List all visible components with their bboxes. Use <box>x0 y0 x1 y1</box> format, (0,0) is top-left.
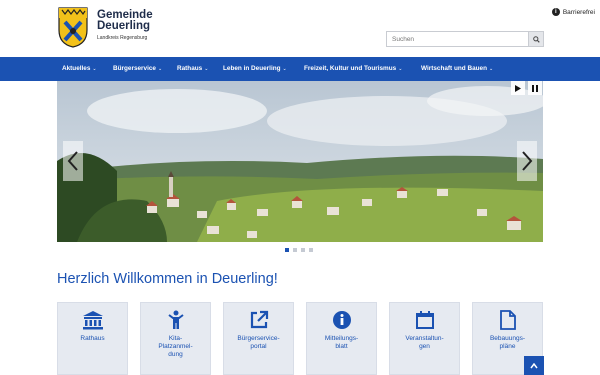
document-icon <box>499 310 516 330</box>
tile-kita[interactable]: Kita- Platzanmel- dung <box>140 302 211 375</box>
search-input[interactable] <box>387 32 529 46</box>
chevron-down-icon: ⌄ <box>488 66 494 72</box>
tile-label: Mitteilungs- blatt <box>324 335 359 350</box>
calendar-icon <box>415 311 434 329</box>
search-box <box>386 31 544 47</box>
chevron-down-icon: ⌄ <box>92 66 97 72</box>
nav-item-leben[interactable]: Leben in Deuerling ⌄ <box>223 57 287 81</box>
nav-item-aktuelles[interactable]: Aktuelles ⌄ <box>62 57 97 81</box>
building-columns-icon <box>82 311 103 330</box>
nav-item-rathaus[interactable]: Rathaus ⌄ <box>177 57 208 81</box>
page-title: Herzlich Willkommen in Deuerling! <box>57 271 278 287</box>
site-subtitle: Landkreis Regensburg <box>97 35 148 41</box>
tile-label: Veranstaltun- gen <box>405 335 444 350</box>
tile-label: Bürgerservice- portal <box>237 335 280 350</box>
slider-dot[interactable] <box>309 248 313 252</box>
slider-prev-button[interactable] <box>63 141 83 181</box>
chevron-down-icon: ⌄ <box>157 66 163 72</box>
nav-item-freizeit[interactable]: Freizeit, Kultur und Tourismus ⌄ <box>304 57 402 81</box>
tile-label: Rathaus <box>80 335 105 342</box>
tile-buergerserviceportal[interactable]: Bürgerservice- portal <box>223 302 294 375</box>
nav-item-buergerservice[interactable]: Bürgerservice ⌄ <box>113 57 162 81</box>
search-icon <box>532 35 540 43</box>
chevron-right-icon <box>522 151 533 171</box>
tile-mitteilungsblatt[interactable]: Mitteilungs- blatt <box>306 302 377 375</box>
accessibility-icon: i <box>551 8 560 16</box>
child-icon <box>167 310 184 329</box>
main-navigation: Aktuelles ⌄ Bürgerservice ⌄ Rathaus ⌄ Leben… <box>0 57 600 81</box>
tile-veranstaltungen[interactable]: Veranstaltun- gen <box>389 302 460 375</box>
chevron-down-icon: ⌄ <box>204 66 209 72</box>
pause-icon <box>532 84 538 92</box>
slider-dot[interactable] <box>301 248 305 252</box>
slider-play-button[interactable] <box>511 81 525 95</box>
image-slider[interactable] <box>57 81 543 242</box>
play-icon <box>515 84 521 92</box>
chevron-down-icon: ⌄ <box>282 66 287 72</box>
slider-next-button[interactable] <box>517 141 537 181</box>
slider-dot[interactable] <box>285 248 289 252</box>
site-name-line2: Deuerling <box>97 20 151 32</box>
accessibility-label: Barrierefrei <box>562 8 595 16</box>
site-name[interactable]: Gemeinde Deuerling <box>97 9 153 32</box>
external-link-icon <box>250 310 268 329</box>
accessibility-link[interactable]: i Barrierefrei <box>551 8 595 16</box>
nav-item-wirtschaft[interactable]: Wirtschaft und Bauen ⌄ <box>421 57 493 81</box>
info-circle-icon <box>332 311 351 329</box>
coat-of-arms-logo[interactable] <box>57 6 89 48</box>
chevron-left-icon <box>67 151 78 171</box>
village-landscape-image <box>57 81 543 242</box>
scroll-to-top-button[interactable] <box>524 356 544 375</box>
slider-dot[interactable] <box>293 248 297 252</box>
search-button[interactable] <box>528 32 543 46</box>
chevron-up-icon <box>530 362 538 368</box>
site-header: Gemeinde Deuerling Landkreis Regensburg … <box>0 0 600 57</box>
slider-pagination <box>285 248 313 252</box>
chevron-down-icon: ⌄ <box>398 66 403 72</box>
tile-rathaus[interactable]: Rathaus <box>57 302 128 375</box>
tile-label: Kita- Platzanmel- dung <box>158 335 193 358</box>
slider-pause-button[interactable] <box>528 81 542 95</box>
tile-label: Bebauungs- pläne <box>489 335 526 350</box>
